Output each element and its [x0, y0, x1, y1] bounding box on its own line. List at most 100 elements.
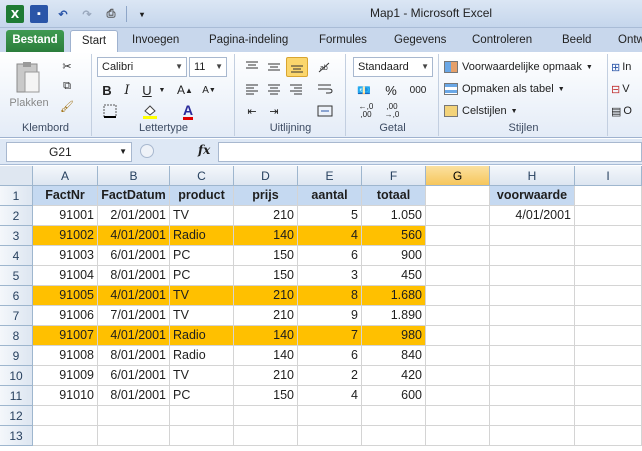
italic-button[interactable]: I [119, 81, 135, 99]
header-cell[interactable]: totaal [362, 186, 426, 206]
cell[interactable] [362, 406, 426, 426]
formula-input[interactable] [218, 142, 642, 162]
row-header-12[interactable]: 12 [0, 406, 33, 426]
cell[interactable] [426, 326, 490, 346]
decrease-decimal-icon[interactable]: ,00 →,0 [381, 102, 403, 120]
table-cell[interactable]: 8 [298, 286, 362, 306]
tab-gegevens[interactable]: Gegevens [388, 30, 452, 52]
table-cell[interactable]: 91005 [33, 286, 98, 306]
cell[interactable] [490, 306, 575, 326]
table-cell[interactable]: 140 [234, 326, 298, 346]
cell[interactable] [490, 406, 575, 426]
header-cell[interactable]: FactDatum [98, 186, 170, 206]
orientation-icon[interactable]: ab [314, 58, 336, 76]
table-cell[interactable]: Radio [170, 346, 234, 366]
header-cell[interactable]: aantal [298, 186, 362, 206]
row-header-6[interactable]: 6 [0, 286, 33, 306]
cell[interactable] [426, 386, 490, 406]
table-cell[interactable]: 9 [298, 306, 362, 326]
cell[interactable] [575, 226, 642, 246]
table-cell[interactable]: 6/01/2001 [98, 366, 170, 386]
tab-controleren[interactable]: Controleren [466, 30, 538, 52]
cell[interactable] [426, 406, 490, 426]
cell[interactable] [426, 306, 490, 326]
percent-button[interactable]: % [383, 81, 399, 99]
column-header-g[interactable]: G [426, 166, 490, 186]
criteria-value-cell[interactable]: 4/01/2001 [490, 206, 575, 226]
table-cell[interactable]: TV [170, 306, 234, 326]
table-cell[interactable]: 420 [362, 366, 426, 386]
cell[interactable] [490, 426, 575, 446]
table-cell[interactable]: 91003 [33, 246, 98, 266]
table-cell[interactable]: 8/01/2001 [98, 266, 170, 286]
table-cell[interactable]: 5 [298, 206, 362, 226]
table-cell[interactable]: PC [170, 266, 234, 286]
table-cell[interactable]: Radio [170, 326, 234, 346]
save-icon[interactable]: ▪ [30, 5, 48, 23]
table-cell[interactable]: TV [170, 366, 234, 386]
format-cells-button[interactable]: ▤ O [611, 102, 641, 120]
bold-button[interactable]: B [99, 81, 115, 99]
number-format-select[interactable]: Standaard ▼ [353, 57, 433, 77]
table-cell[interactable]: 140 [234, 226, 298, 246]
undo-icon[interactable]: ↶ [54, 5, 72, 23]
tab-ontwikkelaars[interactable]: Ontw [612, 30, 642, 52]
cell[interactable] [362, 426, 426, 446]
worksheet-grid[interactable]: A B C D E F G H I 1 2 3 4 5 6 7 8 9 10 11 12 13 FactNr FactDatu… [0, 166, 642, 451]
column-header-a[interactable]: A [33, 166, 98, 186]
decrease-indent-icon[interactable]: ⇤ [242, 102, 262, 120]
tab-beeld[interactable]: Beeld [556, 30, 597, 52]
cell[interactable] [298, 426, 362, 446]
redo-icon[interactable]: ↷ [78, 5, 96, 23]
cell[interactable] [490, 386, 575, 406]
cell[interactable] [575, 366, 642, 386]
table-cell[interactable]: 91010 [33, 386, 98, 406]
cell[interactable] [575, 206, 642, 226]
cell[interactable] [490, 246, 575, 266]
cell[interactable] [575, 186, 642, 206]
tab-pagina-indeling[interactable]: Pagina-indeling [203, 30, 294, 52]
criteria-header-cell[interactable]: voorwaarde [490, 186, 575, 206]
cell[interactable] [575, 306, 642, 326]
header-cell[interactable]: product [170, 186, 234, 206]
align-middle-icon[interactable] [264, 58, 284, 76]
cell[interactable] [426, 186, 490, 206]
row-header-1[interactable]: 1 [0, 186, 33, 206]
cell[interactable] [575, 246, 642, 266]
table-cell[interactable]: 4 [298, 226, 362, 246]
borders-icon[interactable] [99, 102, 121, 120]
underline-button[interactable]: U [139, 81, 155, 99]
paste-icon[interactable] [10, 58, 46, 98]
cell[interactable] [98, 406, 170, 426]
table-cell[interactable]: 3 [298, 266, 362, 286]
cell[interactable] [575, 426, 642, 446]
row-header-5[interactable]: 5 [0, 266, 33, 286]
table-cell[interactable]: 4/01/2001 [98, 286, 170, 306]
cell[interactable] [234, 406, 298, 426]
cell[interactable] [298, 406, 362, 426]
table-cell[interactable]: 2 [298, 366, 362, 386]
cell[interactable] [426, 286, 490, 306]
table-cell[interactable]: 2/01/2001 [98, 206, 170, 226]
table-cell[interactable]: PC [170, 386, 234, 406]
table-cell[interactable]: 8/01/2001 [98, 346, 170, 366]
chevron-down-icon[interactable]: ▼ [157, 81, 167, 99]
column-header-i[interactable]: I [575, 166, 642, 186]
table-cell[interactable]: 210 [234, 306, 298, 326]
table-cell[interactable]: 91002 [33, 226, 98, 246]
align-top-icon[interactable] [242, 58, 262, 76]
cell[interactable] [575, 386, 642, 406]
increase-decimal-icon[interactable]: ←,0,00 [355, 102, 377, 120]
cell[interactable] [234, 426, 298, 446]
row-header-3[interactable]: 3 [0, 226, 33, 246]
tab-start[interactable]: Start [70, 30, 118, 52]
table-cell[interactable]: 210 [234, 286, 298, 306]
cut-icon[interactable]: ✂ [58, 58, 76, 74]
table-cell[interactable]: 91007 [33, 326, 98, 346]
font-color-icon[interactable]: A [175, 102, 201, 120]
font-shrink-icon[interactable]: A ▼ [199, 81, 219, 99]
align-center-icon[interactable] [264, 80, 284, 98]
excel-icon[interactable]: X [6, 5, 24, 23]
table-cell[interactable]: 210 [234, 206, 298, 226]
row-header-9[interactable]: 9 [0, 346, 33, 366]
